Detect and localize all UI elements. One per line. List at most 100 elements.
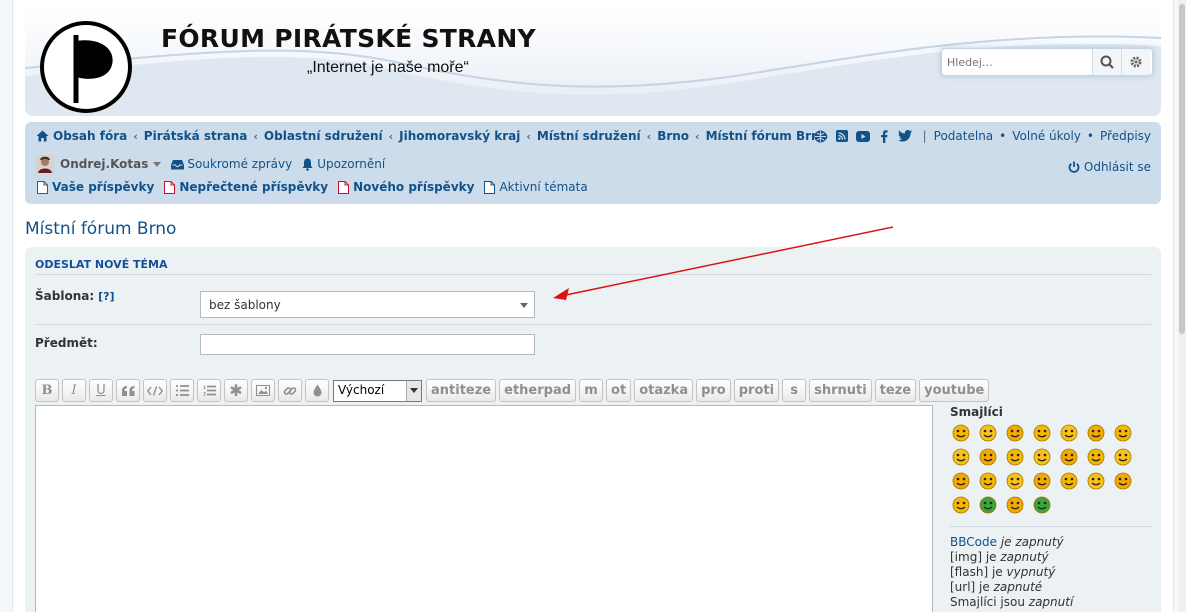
quick-link-active-topics[interactable]: Aktivní témata (484, 180, 588, 194)
template-select[interactable]: bez šablony (200, 291, 535, 318)
smiley-icon[interactable] (1033, 448, 1051, 466)
nav-link-volne-ukoly[interactable]: Volné úkoly (1012, 129, 1081, 143)
custom-bbcode-button[interactable]: teze (874, 379, 917, 402)
custom-bbcode-button[interactable]: ot (606, 379, 632, 402)
username[interactable]: Ondrej.Kotas (60, 157, 148, 171)
custom-bbcode-button[interactable]: proti (733, 379, 780, 402)
custom-bbcode-button[interactable]: etherpad (499, 379, 577, 402)
smiley-icon[interactable] (1087, 424, 1105, 442)
breadcrumb-item-forum-index[interactable]: Obsah fóra (53, 129, 127, 143)
user-bar: Ondrej.Kotas Soukromé zprávy Upozornění (36, 155, 385, 173)
smiley-icon[interactable] (979, 424, 997, 442)
subject-input[interactable] (200, 334, 535, 355)
smiley-icon[interactable] (1114, 424, 1132, 442)
nav-link-predpisy[interactable]: Předpisy (1100, 129, 1151, 143)
notifications-link[interactable]: Upozornění (317, 157, 385, 171)
pirate-logo[interactable] (40, 21, 132, 113)
file-icon (484, 180, 496, 194)
smiley-icon[interactable] (1114, 472, 1132, 490)
smiley-icon[interactable] (1006, 424, 1024, 442)
custom-bbcode-button[interactable]: youtube (919, 379, 990, 402)
smiley-icon[interactable] (1033, 424, 1051, 442)
font-size-select[interactable]: Výchozí (333, 379, 422, 402)
scrollbar-thumb[interactable] (1179, 4, 1185, 334)
private-messages-link[interactable]: Soukromé zprávy (187, 157, 292, 171)
quote-button[interactable] (116, 379, 140, 402)
twitter-icon[interactable] (897, 129, 913, 143)
facebook-icon[interactable] (876, 129, 892, 143)
quick-link-unread-posts[interactable]: Nepřečtené příspěvky (164, 180, 328, 194)
breadcrumb-item[interactable]: Jihomoravský kraj (399, 129, 520, 143)
ordered-list-icon: 12 (203, 385, 216, 396)
chevron-left-icon: ‹ (253, 129, 258, 143)
globe-icon[interactable] (813, 129, 829, 143)
breadcrumb-item[interactable]: Brno (657, 129, 689, 143)
custom-bbcode-button[interactable]: pro (696, 379, 731, 402)
divider (950, 526, 1151, 527)
code-button[interactable] (143, 379, 167, 402)
avatar[interactable] (36, 155, 54, 173)
message-textarea[interactable] (35, 405, 933, 612)
smiley-icon[interactable] (1060, 448, 1078, 466)
chevron-left-icon: ‹ (526, 129, 531, 143)
droplet-icon (313, 384, 321, 397)
smiley-icon[interactable] (952, 496, 970, 514)
smiley-icon[interactable] (1033, 496, 1051, 514)
file-new-icon (338, 180, 350, 194)
template-help-link[interactable]: [?] (98, 290, 114, 303)
image-button[interactable] (251, 379, 275, 402)
smiley-icon[interactable] (952, 472, 970, 490)
quick-link-new-posts[interactable]: Nového příspěvky (338, 180, 474, 194)
smiley-icon[interactable] (1060, 472, 1078, 490)
custom-bbcode-button[interactable]: otazka (634, 379, 694, 402)
advanced-search-button[interactable] (1121, 49, 1150, 75)
color-button[interactable] (305, 379, 329, 402)
bold-button[interactable]: B (35, 379, 59, 402)
smiley-icon[interactable] (952, 448, 970, 466)
link-button[interactable] (278, 379, 302, 402)
quote-icon (121, 385, 134, 396)
breadcrumb-item[interactable]: Pirátská strana (144, 129, 248, 143)
home-icon[interactable] (36, 130, 49, 142)
breadcrumb-item[interactable]: Oblastní sdružení (264, 129, 383, 143)
scrollbar[interactable] (1178, 0, 1186, 612)
smiley-icon[interactable] (1114, 448, 1132, 466)
smiley-icon[interactable] (1033, 472, 1051, 490)
custom-bbcode-button[interactable]: m (579, 379, 604, 402)
youtube-icon[interactable] (855, 129, 871, 143)
image-icon (256, 385, 270, 396)
rss-icon[interactable] (834, 129, 850, 143)
smiley-icon[interactable] (1087, 472, 1105, 490)
smiley-icon[interactable] (979, 496, 997, 514)
chevron-down-icon[interactable] (153, 161, 162, 167)
custom-bbcode-button[interactable]: s (782, 379, 807, 402)
list-item-button[interactable]: ✱ (224, 379, 248, 402)
quick-link-own-posts[interactable]: Vaše příspěvky (37, 180, 154, 194)
list-button[interactable] (170, 379, 194, 402)
page-title[interactable]: Místní fórum Brno (25, 219, 176, 239)
smiley-icon[interactable] (1087, 448, 1105, 466)
custom-bbcode-button[interactable]: antiteze (426, 379, 497, 402)
bbcode-toolbar: B I U 12 ✱ Výchozí antiteze etherpad m o… (35, 379, 992, 402)
smiley-icon[interactable] (979, 448, 997, 466)
breadcrumb-item-current[interactable]: Místní fórum Brno (706, 129, 828, 143)
breadcrumb-item[interactable]: Místní sdružení (537, 129, 641, 143)
smiley-icon[interactable] (1060, 424, 1078, 442)
smiley-icon[interactable] (1006, 448, 1024, 466)
search-button[interactable] (1092, 49, 1121, 75)
custom-bbcode-button[interactable]: shrnuti (809, 379, 872, 402)
search-input[interactable] (942, 49, 1092, 75)
logout-link[interactable]: Odhlásit se (1068, 160, 1151, 174)
nav-link-podatelna[interactable]: Podatelna (934, 129, 994, 143)
inbox-icon (171, 159, 185, 169)
underline-button[interactable]: U (89, 379, 113, 402)
smiley-icon[interactable] (1006, 472, 1024, 490)
site-title: FÓRUM PIRÁTSKÉ STRANY (161, 24, 536, 53)
smiley-icon[interactable] (952, 424, 970, 442)
chevron-left-icon: ‹ (388, 129, 394, 143)
bbcode-link[interactable]: BBCode (950, 535, 997, 549)
ordered-list-button[interactable]: 12 (197, 379, 221, 402)
italic-button[interactable]: I (62, 379, 86, 402)
smiley-icon[interactable] (979, 472, 997, 490)
smiley-icon[interactable] (1006, 496, 1024, 514)
